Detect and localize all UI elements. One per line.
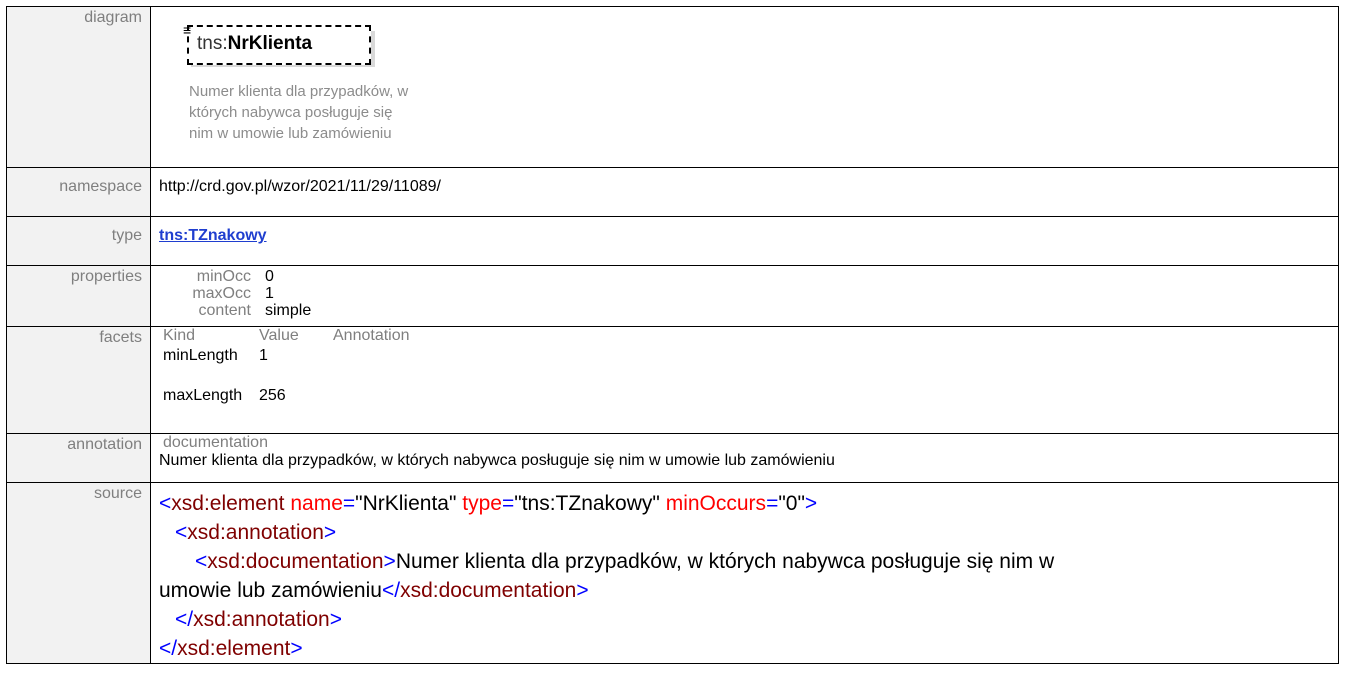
property-key: maxOcc: [192, 285, 251, 302]
properties-list: minOcc 0 maxOcc 1 content simple: [159, 266, 1338, 319]
property-value: 1: [265, 285, 274, 302]
source-label: source: [6, 482, 151, 664]
tag-open: <xsd:element: [159, 492, 285, 515]
source-line: <xsd:annotation>: [159, 518, 1338, 547]
facet-row: maxLength 256: [159, 387, 1338, 405]
namespace-row: namespace http://crd.gov.pl/wzor/2021/11…: [6, 167, 1339, 217]
facets-header: Kind Value Annotation: [159, 327, 1338, 345]
type-row: type tns:TZnakowy: [6, 216, 1339, 266]
properties-cell: minOcc 0 maxOcc 1 content simple: [150, 265, 1339, 327]
source-line: umowie lub zamówieniu</xsd:documentation…: [159, 576, 1338, 605]
diagram-area: ≡ tns:NrKlienta Numer klienta dla przypa…: [159, 7, 1338, 165]
element-prefix: tns:: [197, 33, 228, 54]
facets-label: facets: [6, 326, 151, 434]
documentation-text-1: Numer klienta dla przypadków, w których …: [395, 550, 1055, 573]
element-local-name: NrKlienta: [227, 33, 313, 54]
source-line: </xsd:element>: [159, 634, 1338, 663]
namespace-value: http://crd.gov.pl/wzor/2021/11/29/11089/: [150, 167, 1339, 217]
source-line: </xsd:annotation>: [159, 605, 1338, 634]
facet-value: 1: [259, 347, 268, 364]
element-name: tns:NrKlienta: [197, 33, 312, 55]
type-link[interactable]: tns:TZnakowy: [159, 227, 267, 244]
note-line: nim w umowie lub zamówieniu: [189, 125, 392, 142]
tag-close-angle: >: [804, 492, 818, 515]
type-cell: tns:TZnakowy: [150, 216, 1339, 266]
property-item: maxOcc 1: [159, 285, 1338, 302]
annotation-open-tag: <xsd:annotation>: [175, 521, 337, 544]
documentation-text: Numer klienta dla przypadków, w których …: [159, 452, 835, 469]
annotation-close-tag: </xsd:annotation>: [175, 608, 342, 631]
facets-cell: Kind Value Annotation minLength 1 maxLength…: [150, 326, 1339, 434]
source-code: <xsd:element name="NrKlienta" type="tns:…: [159, 483, 1338, 663]
namespace-label: namespace: [6, 167, 151, 217]
attr-name: type: [462, 492, 502, 515]
documentation-close-tag: </xsd:documentation>: [381, 579, 589, 602]
property-item: content simple: [159, 302, 1338, 319]
attr-value: "0": [778, 492, 805, 515]
diagram-label: diagram: [6, 6, 151, 168]
facets-header-annotation: Annotation: [333, 327, 410, 344]
diagram-annotation-note: Numer klienta dla przypadków, w których …: [189, 81, 469, 144]
source-row: source <xsd:element name="NrKlienta" typ…: [6, 482, 1339, 664]
element-box[interactable]: ≡ tns:NrKlienta: [183, 22, 375, 67]
facets-row: facets Kind Value Annotation minLength 1 ma…: [6, 326, 1339, 434]
attr-value: "NrKlienta": [355, 492, 457, 515]
attr-name: minOccurs: [665, 492, 767, 515]
schema-doc-table: diagram ≡ tns:NrKlienta Numer klienta dl…: [6, 6, 1339, 664]
facet-row: minLength 1: [159, 347, 1338, 365]
properties-row: properties minOcc 0 maxOcc 1 content simple: [6, 265, 1339, 327]
facet-kind: maxLength: [163, 387, 243, 404]
property-key: minOcc: [196, 268, 251, 285]
annotation-row: annotation documentation Numer klienta d…: [6, 433, 1339, 483]
note-line: Numer klienta dla przypadków, w: [189, 83, 409, 100]
property-item: minOcc 0: [159, 268, 1338, 285]
element-close-tag: </xsd:element>: [159, 637, 303, 660]
source-cell: <xsd:element name="NrKlienta" type="tns:…: [150, 482, 1339, 664]
type-label: type: [6, 216, 151, 266]
annotation-cell: documentation Numer klienta dla przypadk…: [150, 433, 1339, 483]
properties-label: properties: [6, 265, 151, 327]
annotation-block: documentation Numer klienta dla przypadk…: [159, 434, 1338, 470]
attr-name: name: [290, 492, 343, 515]
note-line: których nabywca posługuje się: [189, 104, 393, 121]
diagram-row: diagram ≡ tns:NrKlienta Numer klienta dl…: [6, 6, 1339, 168]
source-line: <xsd:element name="NrKlienta" type="tns:…: [159, 492, 818, 515]
facet-kind: minLength: [163, 347, 238, 364]
documentation-open-tag: <xsd:documentation>: [195, 550, 396, 573]
annotation-label: annotation: [6, 433, 151, 483]
attr-value: "tns:TZnakowy": [514, 492, 660, 515]
facets-table: Kind Value Annotation minLength 1 maxLength…: [159, 327, 1338, 405]
property-key: content: [198, 302, 251, 319]
property-value: 0: [265, 268, 274, 285]
facets-header-value: Value: [259, 327, 299, 344]
property-value: simple: [265, 302, 312, 319]
facet-value: 256: [259, 387, 286, 404]
facets-header-kind: Kind: [163, 327, 196, 344]
diagram-cell: ≡ tns:NrKlienta Numer klienta dla przypa…: [150, 6, 1339, 168]
list-icon: ≡: [183, 22, 192, 38]
source-line: <xsd:documentation>Numer klienta dla prz…: [159, 547, 1338, 576]
documentation-text-2: umowie lub zamówieniu: [159, 579, 382, 602]
documentation-header: documentation: [163, 434, 268, 451]
